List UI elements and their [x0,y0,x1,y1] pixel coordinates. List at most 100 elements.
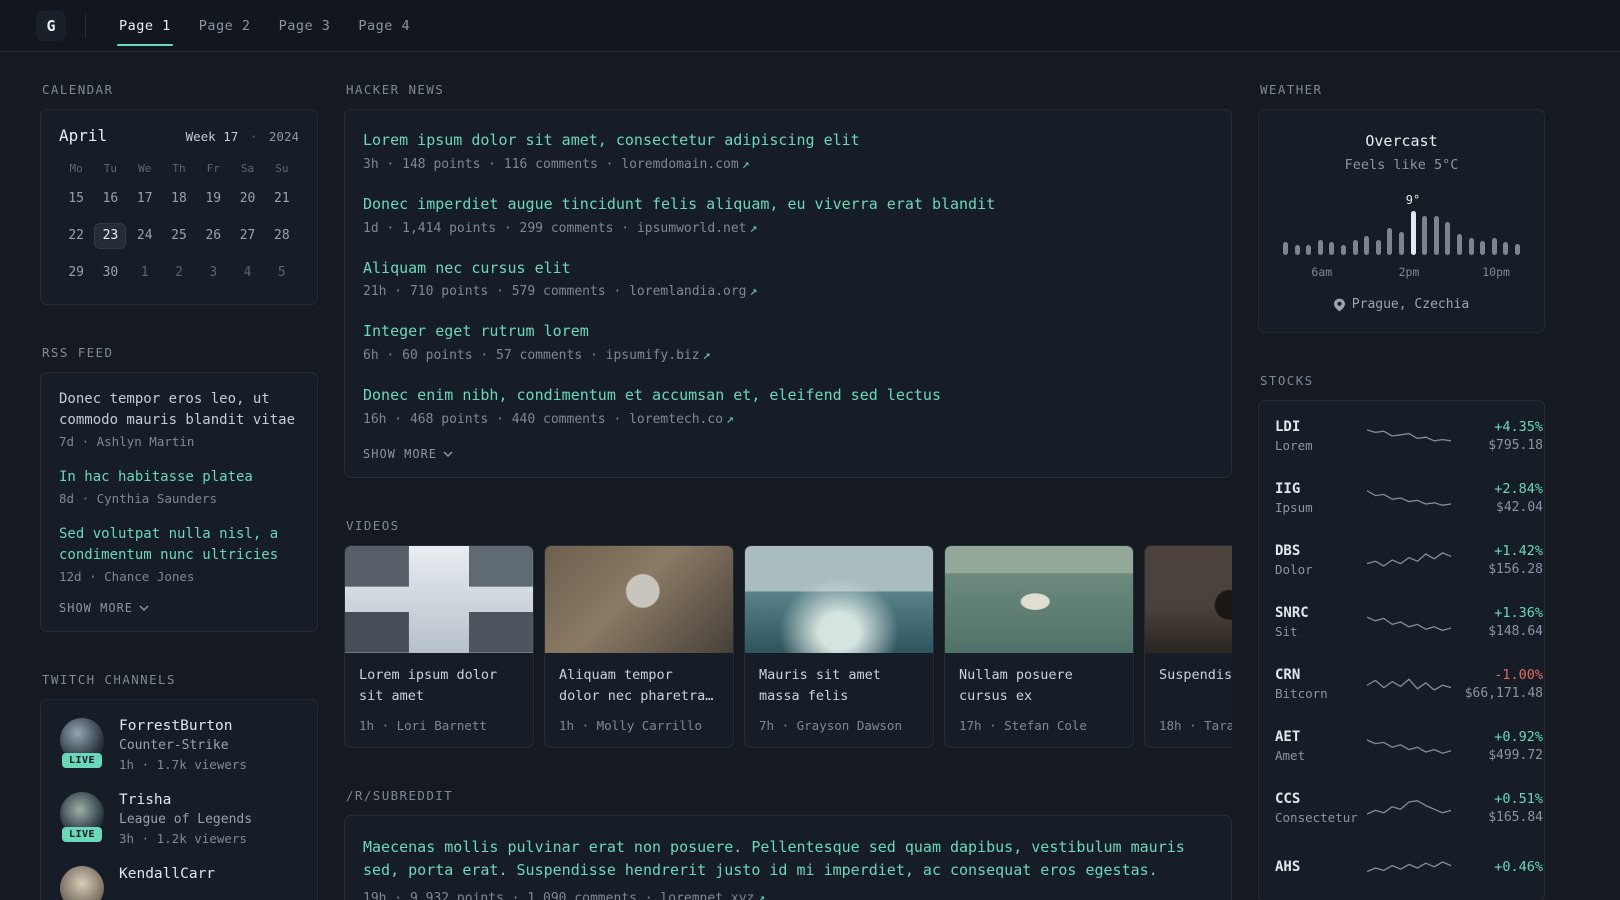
stock-name: Amet [1275,748,1306,763]
subreddit-post-meta: 19h · 9,932 points · 1,090 comments · lo… [363,891,1213,900]
hn-item-domain[interactable]: loremtech.co [629,412,723,427]
video-thumbnail [545,545,733,653]
stock-id: LDI Lorem [1275,419,1367,453]
tab-page-2[interactable]: Page 2 [185,0,265,51]
video-card[interactable]: Aliquam tempor dolor nec pharetra… 1h · … [544,544,734,748]
stocks-widget-header: STOCKS [1260,373,1314,388]
show-more-label: SHOW MORE [59,601,134,615]
twitch-avatar-column: LIVE [59,792,105,842]
hn-item-domain[interactable]: loremdomain.com [621,157,738,172]
stock-id: SNRC Sit [1275,605,1367,639]
hn-item-title[interactable]: Donec enim nibh, condimentum et accumsan… [363,385,1213,407]
video-card[interactable]: Lorem ipsum dolor sit amet consectetu… 1… [344,544,534,748]
weekday-header: Su [275,162,289,175]
twitch-channel-meta: 3h · 1.2k viewers [119,831,247,846]
rss-item-title[interactable]: In hac habitasse platea [59,467,299,488]
rss-item: Sed volutpat nulla nisl, a condimentum n… [59,524,299,584]
stock-id: AET Amet [1275,729,1367,763]
hn-show-more-button[interactable]: SHOW MORE [363,447,1213,461]
hn-item-meta: 3h · 148 points · 116 comments · loremdo… [363,157,1213,172]
stock-symbol: LDI [1275,419,1301,435]
calendar-day: 27 [239,228,256,243]
video-card-body: Aliquam tempor dolor nec pharetra… 1h · … [545,653,733,747]
twitch-avatar-column: LIVE [59,866,105,900]
stock-price: $499.72 [1488,748,1543,763]
stock-row[interactable]: AHS +0.46% [1275,839,1543,897]
stock-row[interactable]: CRN Bitcorn -1.00% $66,171.48 [1275,653,1543,715]
stock-change: +1.36% [1494,605,1543,621]
twitch-channel-row[interactable]: LIVE KendallCarr [59,866,299,900]
app-logo[interactable]: G [36,10,66,41]
tab-page-1[interactable]: Page 1 [105,0,185,51]
video-card[interactable]: Nullam posuere cursus ex 17h · Stefan Co… [944,544,1134,748]
page-tabs: Page 1 Page 2 Page 3 Page 4 [105,0,424,51]
calendar-week-label: Week 17 [185,129,239,144]
stock-values: +4.35% $795.18 [1451,419,1543,453]
twitch-channel-row[interactable]: LIVE ForrestBurton Counter-Strike 1h · 1… [59,718,299,772]
live-badge: LIVE [61,827,103,842]
stock-change: -1.00% [1494,667,1543,683]
weather-widget-header: WEATHER [1260,82,1323,97]
twitch-channel-game: League of Legends [119,812,253,827]
stock-row[interactable]: LDI Lorem +4.35% $795.18 [1275,405,1543,467]
stock-values: +1.42% $156.28 [1451,543,1543,577]
subreddit-post-title[interactable]: Maecenas mollis pulvinar erat non posuer… [363,838,1185,879]
hn-item-stats: 6h · 60 points · 57 comments · [363,348,598,363]
stock-price: $165.84 [1488,810,1543,825]
hn-item-meta: 1d · 1,414 points · 299 comments · ipsum… [363,221,1213,236]
stock-row[interactable]: SNRC Sit +1.36% $148.64 [1275,591,1543,653]
rss-show-more-button[interactable]: SHOW MORE [59,601,299,615]
stock-values: +0.51% $165.84 [1451,791,1543,825]
weekday-header: We [138,162,152,175]
tab-page-3[interactable]: Page 3 [265,0,345,51]
video-thumbnail [345,545,533,653]
stock-row[interactable]: IIG Ipsum +2.84% $42.04 [1275,467,1543,529]
video-title: Nullam posuere cursus ex [959,666,1073,704]
stock-row[interactable]: DBS Dolor +1.42% $156.28 [1275,529,1543,591]
stock-symbol: AET [1275,729,1301,745]
calendar-day: 20 [239,191,256,206]
chevron-down-icon [443,451,453,457]
hn-item-domain[interactable]: ipsumify.biz [606,348,700,363]
hn-item-title[interactable]: Aliquam nec cursus elit [363,258,1213,280]
stock-price: $148.64 [1488,624,1543,639]
stock-row[interactable]: AET Amet +0.92% $499.72 [1275,715,1543,777]
stock-sparkline [1366,421,1452,451]
video-meta: 17h · Stefan Cole [959,717,1087,733]
hn-item-title[interactable]: Donec imperdiet augue tincidunt felis al… [363,194,1213,216]
weather-time-label: 6am [1311,265,1333,279]
video-card[interactable]: Mauris sit amet massa felis 7h · Grayson… [744,544,934,748]
twitch-channel-row[interactable]: LIVE Trisha League of Legends 3h · 1.2k … [59,792,299,846]
rss-item-meta: 8d · Cynthia Saunders [59,491,218,506]
rss-card: Donec tempor eros leo, ut commodo mauris… [40,372,318,632]
stock-change: +0.51% [1494,791,1543,807]
hn-item-title[interactable]: Lorem ipsum dolor sit amet, consectetur … [363,130,1213,152]
stock-name: Lorem [1275,438,1313,453]
show-more-label: SHOW MORE [363,446,438,461]
stock-symbol: CCS [1275,791,1301,807]
video-title: Aliquam tempor dolor nec pharetra… [559,666,714,704]
weekday-header: Th [172,162,186,175]
rss-item-title[interactable]: Donec tempor eros leo, ut commodo mauris… [59,389,299,431]
weather-location-text: Prague, Czechia [1351,297,1470,312]
stock-values: +0.46% [1451,859,1543,878]
video-card[interactable]: Suspendisse diam 18h · Tara [1144,544,1232,748]
top-bar: G Page 1 Page 2 Page 3 Page 4 [0,0,1620,52]
hn-item-stats: 21h · 710 points · 579 comments · [363,284,622,300]
hn-item-domain[interactable]: ipsumworld.net [637,221,747,236]
rss-item-title[interactable]: Sed volutpat nulla nisl, a condimentum n… [59,524,299,566]
subreddit-post-domain[interactable]: loremnet.xyz [660,891,754,900]
hn-item-title[interactable]: Integer eget rutrum lorem [363,321,1213,343]
rss-widget-header: RSS FEED [42,345,114,360]
calendar-year: 2024 [268,129,299,144]
tab-page-4[interactable]: Page 4 [344,0,424,51]
stock-row[interactable]: CCS Consectetur +0.51% $165.84 [1275,777,1543,839]
stock-values: +2.84% $42.04 [1451,481,1543,515]
calendar-month: April [59,126,108,145]
hn-item-domain[interactable]: loremlandia.org [629,284,746,299]
weather-hourly-chart: 9° [1283,193,1520,255]
hn-item: Donec enim nibh, condimentum et accumsan… [363,385,1213,427]
stock-values: -1.00% $66,171.48 [1451,667,1543,701]
external-link-icon: ↗ [741,156,750,172]
calendar-widget: CALENDAR April Week 17 · 2024 Mo Tu We T… [40,82,318,305]
